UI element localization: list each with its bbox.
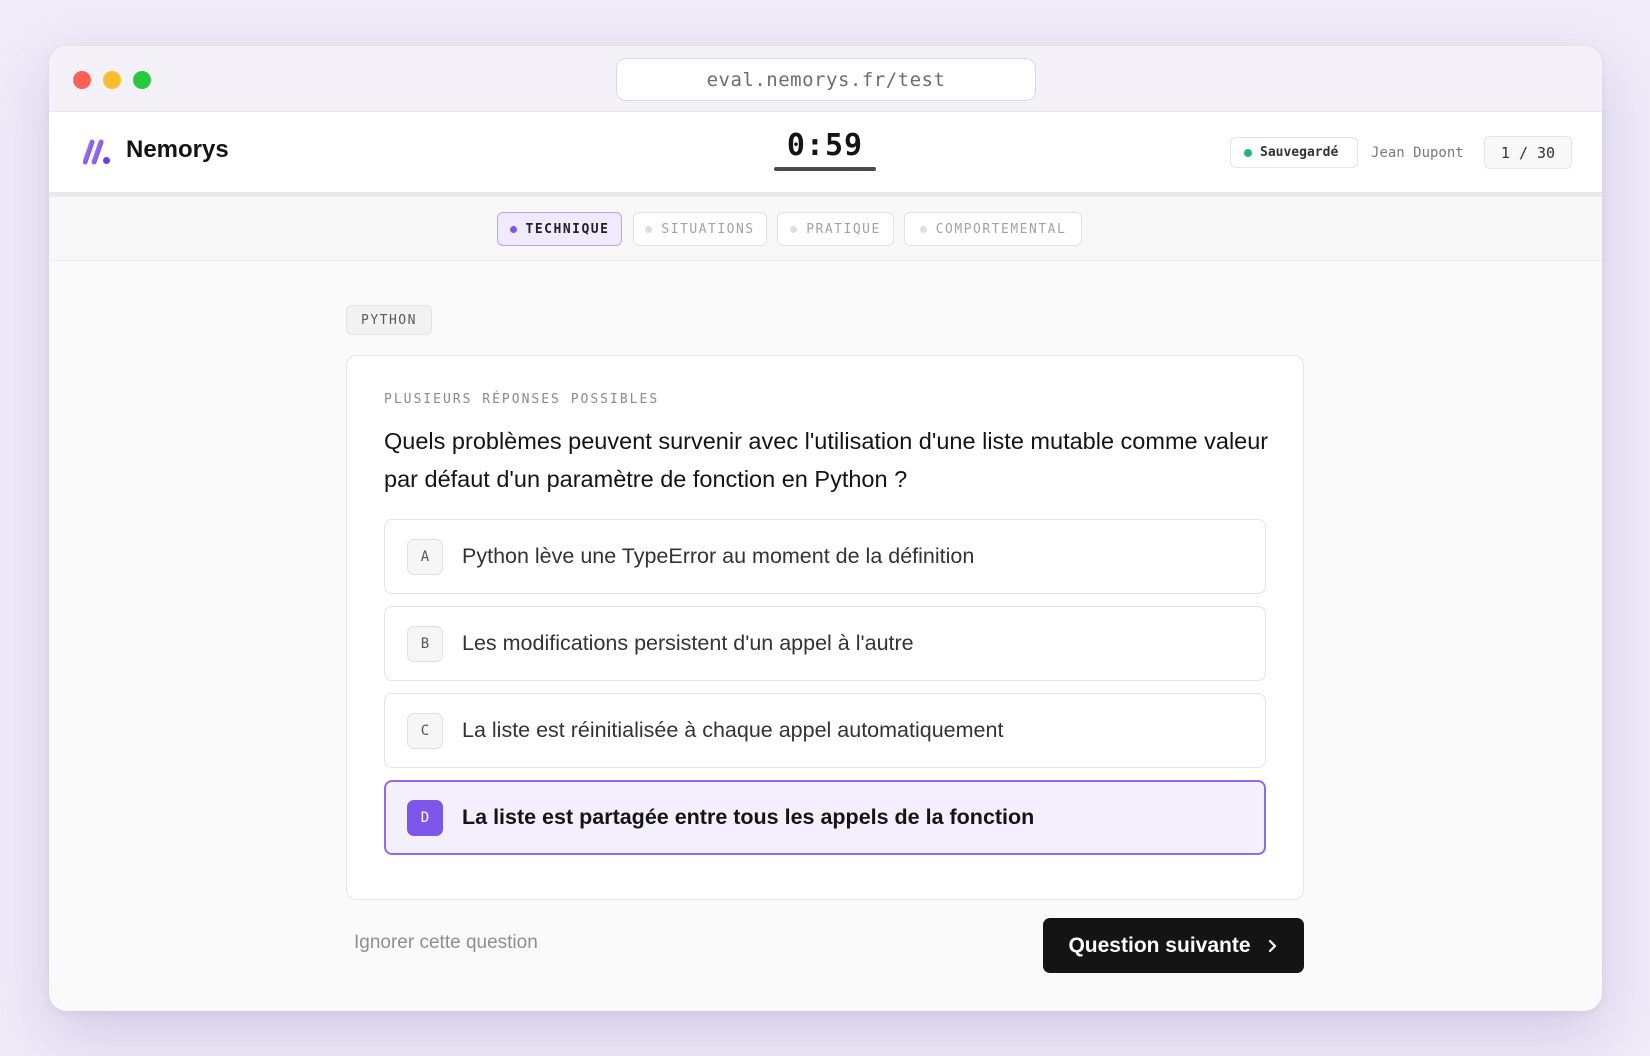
option-text: Python lève une TypeError au moment de l…	[462, 544, 975, 568]
option-text: La liste est partagée entre tous les app…	[462, 805, 1035, 829]
question-type-label: PLUSIEURS RÉPONSES POSSIBLES	[384, 392, 660, 407]
next-question-label: Question suivante	[1068, 933, 1251, 957]
save-status-label: Sauvegardé	[1260, 145, 1339, 160]
status-dot-icon	[1244, 148, 1252, 157]
tab-status-dot-icon	[790, 225, 798, 233]
brand-name: Nemorys	[126, 136, 229, 163]
browser-window: eval.nemorys.fr/test Nemorys 0:59 Sauveg…	[49, 46, 1602, 1011]
skip-question-link[interactable]: Ignorer cette question	[354, 932, 538, 954]
option-letter: D	[407, 800, 443, 836]
answer-option-c[interactable]: C La liste est réinitialisée à chaque ap…	[384, 693, 1266, 768]
tab-label: TECHNIQUE	[525, 221, 610, 237]
minimize-window-button[interactable]	[103, 71, 121, 89]
title-bar: eval.nemorys.fr/test	[49, 46, 1602, 112]
question-text: Quels problèmes peuvent survenir avec l'…	[384, 428, 1269, 492]
tab-status-dot-icon	[645, 225, 653, 233]
nemorys-logo-icon	[83, 139, 110, 165]
tab-status-dot-icon	[919, 225, 927, 233]
chevron-right-icon	[1268, 939, 1276, 952]
option-letter: B	[407, 626, 443, 662]
app-header: Nemorys 0:59 Sauvegardé Jean Dupont 1 / …	[49, 112, 1602, 192]
tab-situations[interactable]: SITUATIONS	[633, 212, 767, 246]
tab-pratique[interactable]: PRATIQUE	[777, 212, 894, 246]
topic-badge: PYTHON	[346, 305, 432, 335]
option-text: La liste est réinitialisée à chaque appe…	[462, 718, 1004, 742]
next-question-button[interactable]: Question suivante	[1043, 918, 1304, 973]
user-name: Jean Dupont	[1371, 145, 1464, 161]
save-status-badge: Sauvegardé	[1230, 137, 1358, 168]
tab-label: COMPORTEMENTAL	[935, 221, 1067, 237]
tab-comportemental[interactable]: COMPORTEMENTAL	[904, 212, 1082, 246]
close-window-button[interactable]	[73, 71, 91, 89]
option-letter: A	[407, 539, 443, 575]
address-bar[interactable]: eval.nemorys.fr/test	[616, 58, 1036, 101]
tab-status-dot-icon	[509, 225, 517, 233]
answer-option-b[interactable]: B Les modifications persistent d'un appe…	[384, 606, 1266, 681]
timer: 0:59	[786, 128, 864, 163]
timer-bar	[774, 167, 876, 171]
question-card: PLUSIEURS RÉPONSES POSSIBLES Quels probl…	[346, 355, 1304, 900]
answer-option-d[interactable]: D La liste est partagée entre tous les a…	[384, 780, 1266, 855]
tab-technique[interactable]: TECHNIQUE	[497, 212, 622, 246]
section-tabs: TECHNIQUE SITUATIONS PRATIQUE COMPORTEME…	[49, 197, 1602, 261]
option-letter: C	[407, 713, 443, 749]
option-text: Les modifications persistent d'un appel …	[462, 631, 914, 655]
question-counter: 1 / 30	[1484, 136, 1572, 169]
answer-option-a[interactable]: A Python lève une TypeError au moment de…	[384, 519, 1266, 594]
maximize-window-button[interactable]	[133, 71, 151, 89]
tab-label: PRATIQUE	[806, 221, 881, 237]
tab-label: SITUATIONS	[661, 221, 755, 237]
